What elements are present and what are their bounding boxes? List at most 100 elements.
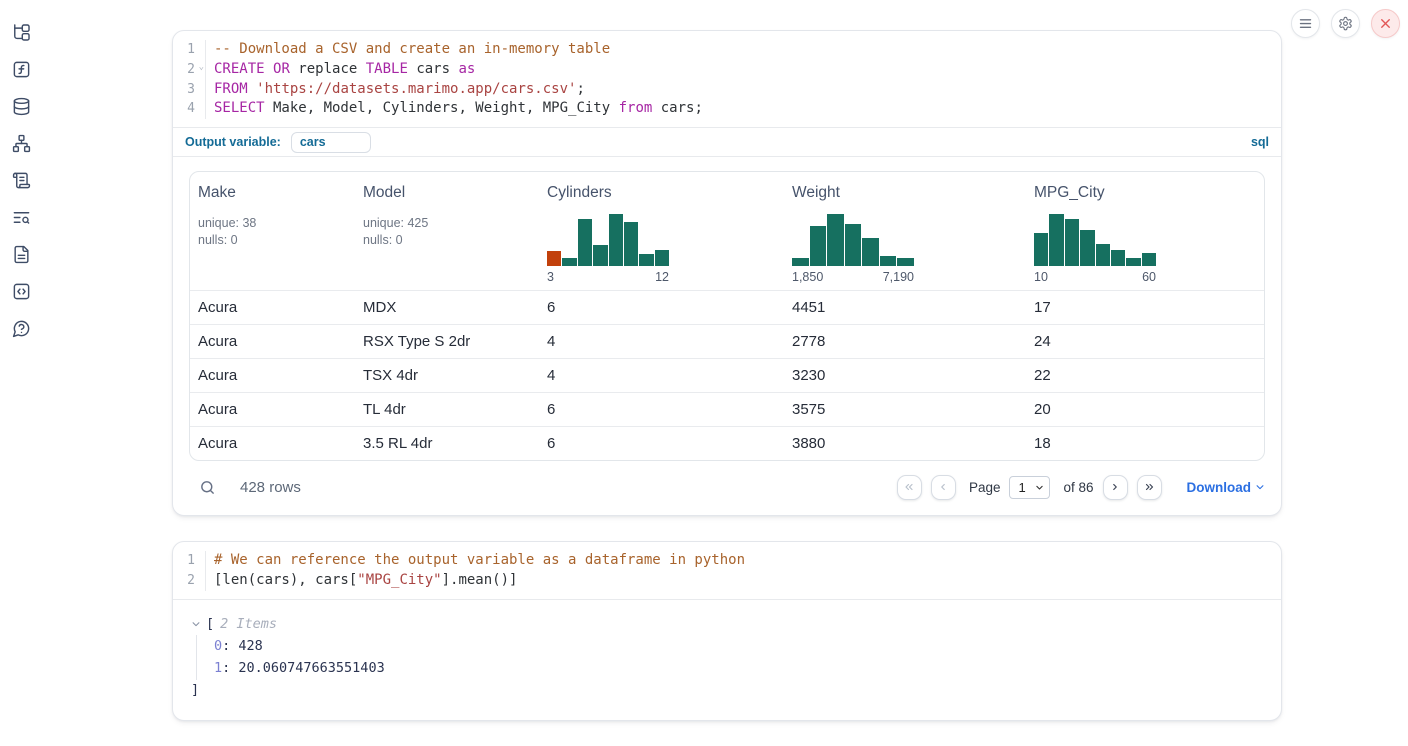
- column-header-cylinders[interactable]: Cylinders312: [539, 172, 784, 290]
- help-icon[interactable]: [11, 318, 31, 338]
- table-row[interactable]: AcuraMDX6445117: [190, 290, 1264, 324]
- table-cell: Acura: [190, 359, 355, 392]
- table-row[interactable]: AcuraTSX 4dr4323022: [190, 358, 1264, 392]
- last-page-button[interactable]: [1137, 475, 1162, 500]
- page-select-value: 1: [1018, 480, 1025, 495]
- table-cell: MDX: [355, 291, 539, 324]
- histogram-axis-labels: 1060: [1034, 270, 1156, 284]
- line-number: 2: [173, 571, 206, 591]
- histogram-bar: [880, 256, 897, 266]
- histogram-bar: [810, 226, 827, 266]
- tree-close-bracket: ]: [191, 680, 1265, 700]
- line-number: 4: [173, 99, 206, 119]
- settings-button[interactable]: [1331, 9, 1360, 38]
- search-icon[interactable]: [199, 479, 216, 496]
- table-cell: 3575: [784, 393, 1026, 426]
- column-histogram[interactable]: 312: [547, 214, 669, 284]
- table-cell: Acura: [190, 393, 355, 426]
- code-line[interactable]: 2[len(cars), cars["MPG_City"].mean()]: [173, 571, 1281, 591]
- code-token: from: [619, 100, 653, 116]
- histogram-bar: [897, 258, 914, 266]
- histogram-axis-labels: 1,8507,190: [792, 270, 914, 284]
- histogram-bar: [639, 254, 653, 266]
- code-text: -- Download a CSV and create an in-memor…: [206, 40, 610, 60]
- table-row[interactable]: AcuraTL 4dr6357520: [190, 392, 1264, 426]
- menu-button[interactable]: [1291, 9, 1320, 38]
- function-square-icon[interactable]: [11, 59, 31, 79]
- histogram-bar: [547, 251, 561, 266]
- histogram-bar: [578, 219, 592, 266]
- column-stats: unique: 38nulls: 0: [198, 215, 347, 248]
- code-token: # We can reference the output variable a…: [214, 552, 745, 568]
- database-icon[interactable]: [11, 96, 31, 116]
- file-tree-icon[interactable]: [11, 22, 31, 42]
- table-row[interactable]: Acura3.5 RL 4dr6388018: [190, 426, 1264, 460]
- python-code-editor[interactable]: 1 # We can reference the output variable …: [173, 542, 1281, 599]
- output-variable-input[interactable]: [291, 132, 371, 153]
- code-token: "MPG_City": [357, 572, 441, 588]
- first-page-button[interactable]: [897, 475, 922, 500]
- table-body: AcuraMDX6445117AcuraRSX Type S 2dr427782…: [190, 290, 1264, 460]
- code-token: Make, Model, Cylinders, Weight, MPG_City: [265, 100, 619, 116]
- page-select[interactable]: 1: [1009, 476, 1050, 499]
- table-row[interactable]: AcuraRSX Type S 2dr4277824: [190, 324, 1264, 358]
- next-page-button[interactable]: [1103, 475, 1128, 500]
- histogram-bar: [609, 214, 623, 266]
- column-histogram[interactable]: 1060: [1034, 214, 1156, 284]
- pagination: Page 1 of 86 Download: [897, 475, 1265, 500]
- row-count: 428 rows: [240, 479, 301, 496]
- histogram-bar: [1111, 250, 1125, 266]
- code-token: ].mean()]: [442, 572, 518, 588]
- table-cell: 4451: [784, 291, 1026, 324]
- code-token: OR: [273, 61, 290, 77]
- code-text: [len(cars), cars["MPG_City"].mean()]: [206, 571, 517, 591]
- line-number: 1: [173, 551, 206, 571]
- table-cell: TSX 4dr: [355, 359, 539, 392]
- previous-page-button[interactable]: [931, 475, 956, 500]
- column-histogram[interactable]: 1,8507,190: [792, 214, 914, 284]
- tree-root-row[interactable]: [ 2 Items: [191, 614, 1265, 635]
- histogram-bar: [655, 250, 669, 266]
- code-line[interactable]: 3FROM 'https://datasets.marimo.app/cars.…: [173, 80, 1281, 100]
- code-line[interactable]: 2⌄CREATE OR replace TABLE cars as: [173, 60, 1281, 80]
- histogram-bar: [792, 258, 809, 266]
- table-cell: Acura: [190, 325, 355, 358]
- column-header-model[interactable]: Modelunique: 425nulls: 0: [355, 172, 539, 290]
- python-cell: 1 # We can reference the output variable …: [172, 541, 1282, 721]
- table-footer: 428 rows Page 1 of 86: [189, 467, 1265, 507]
- table-header-row: Makeunique: 38nulls: 0Modelunique: 425nu…: [190, 172, 1264, 290]
- column-header-make[interactable]: Makeunique: 38nulls: 0: [190, 172, 355, 290]
- python-cell-output: [ 2 Items 0: 4281: 20.060747663551403 ]: [173, 599, 1281, 720]
- table-cell: 20: [1026, 393, 1264, 426]
- code-token: cars;: [652, 100, 703, 116]
- dependency-graph-icon[interactable]: [11, 133, 31, 153]
- snippets-icon[interactable]: [11, 281, 31, 301]
- tree-item[interactable]: 1: 20.060747663551403: [214, 657, 1265, 680]
- code-line[interactable]: 4SELECT Make, Model, Cylinders, Weight, …: [173, 99, 1281, 119]
- code-line[interactable]: 1-- Download a CSV and create an in-memo…: [173, 40, 1281, 60]
- data-table: Makeunique: 38nulls: 0Modelunique: 425nu…: [189, 171, 1265, 461]
- sql-code-editor[interactable]: 1-- Download a CSV and create an in-memo…: [173, 31, 1281, 127]
- scratchpad-scroll-icon[interactable]: [11, 170, 31, 190]
- line-number: 1: [173, 40, 206, 60]
- code-token: [248, 81, 256, 97]
- chevron-down-icon[interactable]: [191, 619, 201, 629]
- table-cell: 4: [539, 359, 784, 392]
- code-text: FROM 'https://datasets.marimo.app/cars.c…: [206, 80, 585, 100]
- histogram-bar: [1080, 230, 1094, 266]
- document-icon[interactable]: [11, 244, 31, 264]
- fold-chevron-icon[interactable]: ⌄: [199, 63, 204, 72]
- code-token: FROM: [214, 81, 248, 97]
- shutdown-button[interactable]: [1371, 9, 1400, 38]
- tree-item[interactable]: 0: 428: [214, 635, 1265, 658]
- column-header-weight[interactable]: Weight1,8507,190: [784, 172, 1026, 290]
- code-line[interactable]: 1 # We can reference the output variable …: [173, 551, 1281, 571]
- download-button[interactable]: Download: [1187, 480, 1266, 495]
- histogram-bar: [862, 238, 879, 266]
- table-cell: Acura: [190, 427, 355, 460]
- log-search-icon[interactable]: [11, 207, 31, 227]
- histogram-bar: [845, 224, 862, 266]
- table-cell: 3880: [784, 427, 1026, 460]
- column-header-mpg_city[interactable]: MPG_City1060: [1026, 172, 1264, 290]
- code-token: [265, 61, 273, 77]
